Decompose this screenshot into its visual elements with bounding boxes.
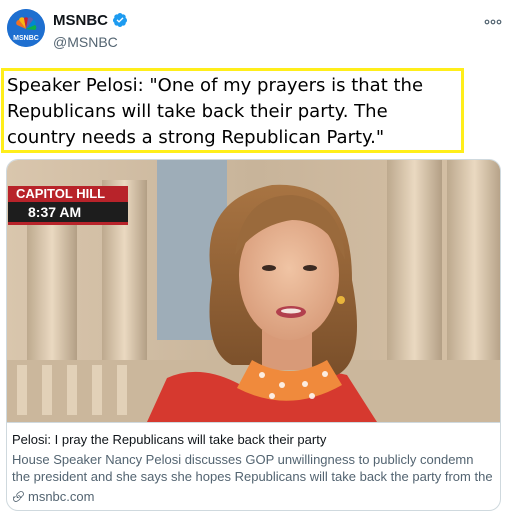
handle[interactable]: @MSNBC (53, 34, 118, 50)
avatar-label: MSNBC (13, 35, 39, 42)
card-text[interactable]: Pelosi: I pray the Republicans will take… (7, 422, 500, 510)
display-name[interactable]: MSNBC (53, 12, 108, 29)
msnbc-peacock-icon: MSNBC (7, 9, 45, 47)
card-image[interactable]: CAPITOL HILL 8:37 AM (7, 160, 500, 422)
author-name-row[interactable]: MSNBC (53, 10, 128, 30)
lower-third-location: CAPITOL HILL (8, 186, 128, 202)
card-title[interactable]: Pelosi: I pray the Republicans will take… (12, 432, 326, 447)
more-options-icon (484, 19, 502, 25)
card-domain-text[interactable]: msnbc.com (28, 489, 94, 504)
tweet-text: Speaker Pelosi: "One of my prayers is th… (1, 68, 464, 153)
link-card[interactable]: CAPITOL HILL 8:37 AM Pelosi: I pray the … (6, 159, 501, 511)
avatar[interactable]: MSNBC (7, 9, 45, 47)
tweet[interactable]: MSNBC MSNBC @MSNBC Speaker Pelosi: "One … (0, 0, 520, 520)
more-options-button[interactable] (482, 12, 504, 32)
lower-third: CAPITOL HILL 8:37 AM (8, 186, 128, 225)
card-domain[interactable]: msnbc.com (12, 489, 94, 504)
verified-badge-icon (112, 13, 127, 27)
lower-third-time: 8:37 AM (8, 202, 128, 225)
link-icon (13, 491, 24, 502)
